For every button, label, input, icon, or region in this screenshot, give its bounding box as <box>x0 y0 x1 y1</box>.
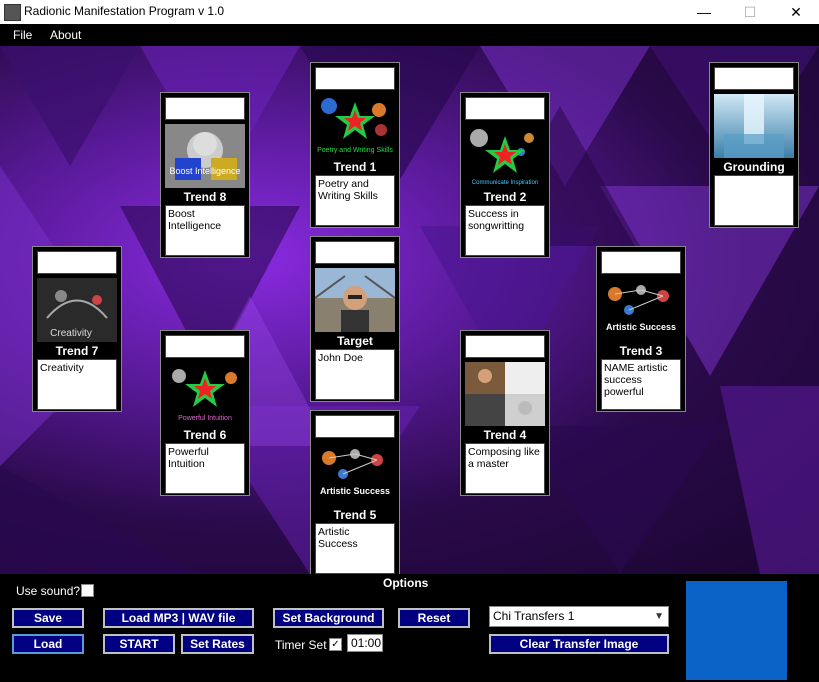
trend-5-image[interactable]: Artistic Success <box>315 442 395 506</box>
trend-6-image-caption: Powerful Intuition <box>178 415 232 422</box>
trend-7-image[interactable]: Creativity <box>37 278 117 342</box>
trend-3-text[interactable]: NAME artistic success powerful <box>601 359 681 410</box>
card-trend-7: Creativity Trend 7 Creativity <box>32 246 122 412</box>
options-title: Options <box>383 576 429 590</box>
trend-5-text[interactable]: Artistic Success <box>315 523 395 574</box>
card-grounding: Grounding <box>709 62 799 228</box>
chevron-down-icon: ▼ <box>654 611 664 622</box>
trend-7-image-caption: Creativity <box>50 328 92 339</box>
trend-2-image-caption: Communicate Inspiration <box>472 180 538 186</box>
target-text[interactable]: John Doe <box>315 349 395 400</box>
card-trend-5: Artistic Success Trend 5 Artistic Succes… <box>310 410 400 576</box>
trend-3-image[interactable]: Artistic Success <box>601 278 681 342</box>
maximize-button[interactable]: ☐ <box>727 0 773 24</box>
trend-5-rate-field[interactable] <box>315 415 395 438</box>
trend-6-rate-field[interactable] <box>165 335 245 358</box>
trend-2-image[interactable]: Communicate Inspiration <box>465 124 545 188</box>
trend-6-image[interactable]: Powerful Intuition <box>165 362 245 426</box>
use-sound-label: Use sound? <box>16 584 81 598</box>
trend-8-rate-field[interactable] <box>165 97 245 120</box>
load-button[interactable]: Load <box>12 634 84 654</box>
load-mp3-button[interactable]: Load MP3 | WAV file <box>103 608 254 628</box>
target-label: Target <box>337 334 373 348</box>
timer-input[interactable]: 01:00 <box>347 634 383 652</box>
title-bar: Radionic Manifestation Program v 1.0 — ☐… <box>0 0 819 24</box>
set-background-button[interactable]: Set Background <box>273 608 384 628</box>
card-trend-2: Communicate Inspiration Trend 2 Success … <box>460 92 550 258</box>
trend-1-label: Trend 1 <box>333 160 377 174</box>
reset-button[interactable]: Reset <box>398 608 470 628</box>
trend-4-text[interactable]: Composing like a master <box>465 443 545 494</box>
use-sound-checkbox[interactable] <box>81 584 94 597</box>
trend-5-label: Trend 5 <box>333 508 377 522</box>
save-button[interactable]: Save <box>12 608 84 628</box>
target-rate-field[interactable] <box>315 241 395 264</box>
menu-about[interactable]: About <box>50 28 81 42</box>
options-panel: Options Use sound? Save Load Load MP3 | … <box>0 574 819 682</box>
grounding-text[interactable] <box>714 175 794 226</box>
trend-2-label: Trend 2 <box>483 190 527 204</box>
clear-transfer-image-button[interactable]: Clear Transfer Image <box>489 634 669 654</box>
card-trend-3: Artistic Success Trend 3 NAME artistic s… <box>596 246 686 412</box>
trend-3-label: Trend 3 <box>619 344 663 358</box>
trend-7-rate-field[interactable] <box>37 251 117 274</box>
timer-set-checkbox[interactable]: ✓ <box>329 638 342 651</box>
card-trend-8: Boost Intelligence Trend 8 Boost Intelli… <box>160 92 250 258</box>
trend-1-rate-field[interactable] <box>315 67 395 90</box>
card-target: Target John Doe <box>310 236 400 402</box>
trend-8-image-caption: Boost Intelligence <box>169 166 240 176</box>
trend-1-text[interactable]: Poetry and Writing Skills <box>315 175 395 226</box>
trend-8-text[interactable]: Boost Intelligence <box>165 205 245 256</box>
trend-2-rate-field[interactable] <box>465 97 545 120</box>
timer-set-label: Timer Set <box>275 638 327 652</box>
app-icon <box>4 4 21 21</box>
trend-2-text[interactable]: Success in songwritting <box>465 205 545 256</box>
trend-6-text[interactable]: Powerful Intuition <box>165 443 245 494</box>
chi-transfers-value: Chi Transfers 1 <box>493 609 575 623</box>
set-rates-button[interactable]: Set Rates <box>181 634 254 654</box>
target-image[interactable] <box>315 268 395 332</box>
card-trend-1: Poetry and Writing Skills Trend 1 Poetry… <box>310 62 400 228</box>
background-pattern <box>0 46 819 574</box>
trend-7-label: Trend 7 <box>55 344 99 358</box>
trend-1-image[interactable]: Poetry and Writing Skills <box>315 94 395 158</box>
fractal-background <box>0 46 819 574</box>
chi-transfers-select[interactable]: Chi Transfers 1 ▼ <box>489 606 669 627</box>
trend-3-rate-field[interactable] <box>601 251 681 274</box>
trend-4-image[interactable] <box>465 362 545 426</box>
trend-4-rate-field[interactable] <box>465 335 545 358</box>
close-button[interactable]: ✕ <box>773 0 819 24</box>
card-trend-4: Trend 4 Composing like a master <box>460 330 550 496</box>
grounding-rate-field[interactable] <box>714 67 794 90</box>
card-trend-6: Powerful Intuition Trend 6 Powerful Intu… <box>160 330 250 496</box>
trend-3-image-caption: Artistic Success <box>606 322 676 332</box>
trend-5-image-caption: Artistic Success <box>320 486 390 496</box>
minimize-button[interactable]: — <box>681 0 727 24</box>
grounding-image[interactable] <box>714 94 794 158</box>
trend-4-label: Trend 4 <box>483 428 527 442</box>
start-button[interactable]: START <box>103 634 175 654</box>
trend-6-label: Trend 6 <box>183 428 227 442</box>
grounding-label: Grounding <box>723 160 785 174</box>
menu-bar: File About <box>0 24 819 46</box>
menu-file[interactable]: File <box>13 28 32 42</box>
trend-8-image[interactable]: Boost Intelligence <box>165 124 245 188</box>
trend-1-image-caption: Poetry and Writing Skills <box>317 147 393 154</box>
trend-8-label: Trend 8 <box>183 190 227 204</box>
window-title: Radionic Manifestation Program v 1.0 <box>24 4 225 18</box>
trend-7-text[interactable]: Creativity <box>37 359 117 410</box>
transfer-image-panel <box>686 581 787 680</box>
